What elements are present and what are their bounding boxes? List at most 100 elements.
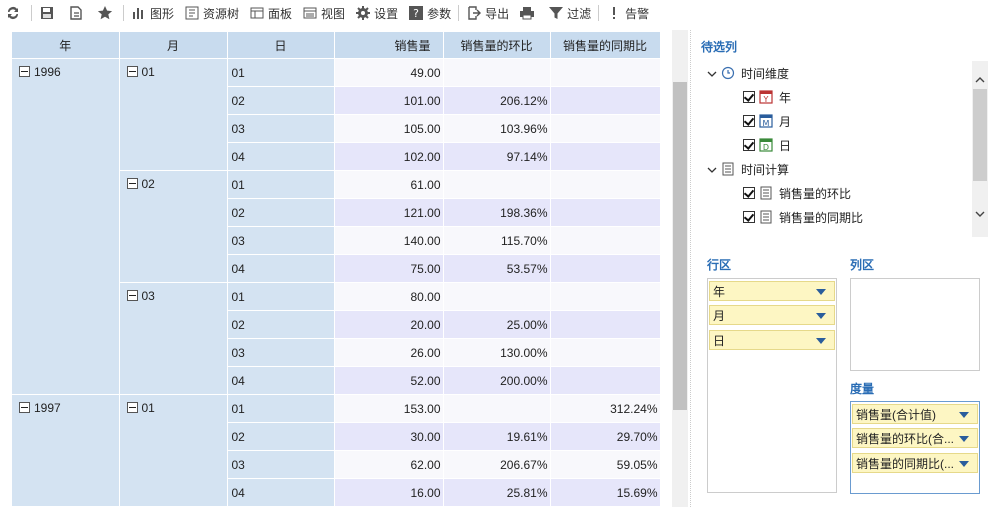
yoy-cell xyxy=(550,254,660,283)
panel-button[interactable]: 面板 xyxy=(244,2,297,24)
row-field-year[interactable]: 年 xyxy=(709,281,835,301)
dropdown-arrow-icon[interactable] xyxy=(816,313,826,319)
measure-field-sales[interactable]: 销售量(合计值) xyxy=(852,404,978,424)
field-label: 销售量的同期比(... xyxy=(856,456,954,471)
dropdown-arrow-icon[interactable] xyxy=(959,412,969,418)
column-header-month[interactable]: 月 xyxy=(119,32,228,59)
scroll-up-icon[interactable] xyxy=(975,75,985,85)
collapse-icon[interactable] xyxy=(19,402,30,413)
scrollbar-thumb[interactable] xyxy=(973,89,987,181)
exclamation-icon xyxy=(606,5,622,21)
dropdown-arrow-icon[interactable] xyxy=(959,436,969,442)
collapse-icon[interactable] xyxy=(126,290,138,301)
measure-field-mom[interactable]: 销售量的环比(合... xyxy=(852,428,978,448)
day-cell: 01 xyxy=(227,394,335,423)
measure-zone[interactable]: 销售量(合计值) 销售量的环比(合... 销售量的同期比(... xyxy=(850,401,980,494)
day-cell: 04 xyxy=(227,366,335,395)
measure-icon xyxy=(759,186,773,200)
params-button[interactable]: ? 参数 xyxy=(403,2,456,24)
resource-tree-button[interactable]: 资源树 xyxy=(179,2,244,24)
mom-cell xyxy=(443,394,551,423)
row-field-month[interactable]: 月 xyxy=(709,305,835,325)
dropdown-arrow-icon[interactable] xyxy=(816,289,826,295)
mom-cell xyxy=(443,58,551,87)
day-cell: 02 xyxy=(227,198,335,227)
tree-node-month[interactable]: M 月 xyxy=(701,109,970,133)
settings-button[interactable]: 设置 xyxy=(350,2,403,24)
tree-node-day[interactable]: D 日 xyxy=(701,133,970,157)
sales-cell: 105.00 xyxy=(334,114,444,143)
collapse-icon[interactable] xyxy=(126,178,138,189)
splitter[interactable] xyxy=(690,30,692,507)
row-zone[interactable]: 年 月 日 xyxy=(707,278,837,493)
tree-node-time-calc[interactable]: 时间计算 xyxy=(701,157,970,181)
sales-cell: 52.00 xyxy=(334,366,444,395)
month-label: 01 xyxy=(141,401,155,415)
column-header-day[interactable]: 日 xyxy=(227,32,335,59)
sales-cell: 49.00 xyxy=(334,58,444,87)
day-cell: 04 xyxy=(227,478,335,507)
view-button[interactable]: 视图 xyxy=(297,2,350,24)
month-cell: 01 xyxy=(119,58,228,171)
tree-node-yoy[interactable]: 销售量的同期比 xyxy=(701,205,970,229)
scroll-down-icon[interactable] xyxy=(975,209,985,219)
column-header-yoy[interactable]: 销售量的同期比 xyxy=(550,32,660,59)
resource-tree-label: 资源树 xyxy=(203,6,240,21)
star-icon xyxy=(97,5,113,21)
field-label: 销售量(合计值) xyxy=(856,407,936,422)
day-cell: 01 xyxy=(227,282,335,311)
collapse-icon[interactable] xyxy=(19,66,30,77)
tree-node-time-dimension[interactable]: 时间维度 xyxy=(701,61,970,85)
toolbar-divider xyxy=(123,5,124,21)
checkbox-checked[interactable] xyxy=(743,139,755,151)
favorite-button[interactable] xyxy=(92,2,121,24)
save-as-button[interactable] xyxy=(63,2,92,24)
mom-cell: 97.14% xyxy=(443,142,551,171)
tree-label: 年 xyxy=(779,90,792,105)
column-header-sales[interactable]: 销售量 xyxy=(334,32,444,59)
sales-cell: 20.00 xyxy=(334,310,444,339)
print-button[interactable] xyxy=(514,2,543,24)
dropdown-arrow-icon[interactable] xyxy=(959,461,969,467)
chevron-down-icon[interactable] xyxy=(707,164,717,174)
tree-node-mom[interactable]: 销售量的环比 xyxy=(701,181,970,205)
sales-cell: 102.00 xyxy=(334,142,444,171)
tree-node-year[interactable]: Y 年 xyxy=(701,85,970,109)
sales-cell: 62.00 xyxy=(334,450,444,479)
column-header-year[interactable]: 年 xyxy=(12,32,120,59)
checkbox-checked[interactable] xyxy=(743,91,755,103)
measure-zone-title: 度量 xyxy=(850,382,875,396)
collapse-icon[interactable] xyxy=(126,66,138,77)
month-cell: 02 xyxy=(119,170,228,283)
day-cell: 03 xyxy=(227,450,335,479)
tree-scrollbar[interactable] xyxy=(972,61,988,237)
scrollbar-thumb[interactable] xyxy=(673,82,687,410)
dropdown-arrow-icon[interactable] xyxy=(816,338,826,344)
row-field-day[interactable]: 日 xyxy=(709,330,835,350)
yoy-cell: 29.70% xyxy=(550,422,660,451)
collapse-icon[interactable] xyxy=(126,402,138,413)
refresh-button[interactable] xyxy=(0,2,29,24)
filter-button[interactable]: 过滤 xyxy=(543,2,596,24)
measure-field-yoy[interactable]: 销售量的同期比(... xyxy=(852,453,978,473)
alert-button[interactable]: 告警 xyxy=(601,2,654,24)
mom-cell: 115.70% xyxy=(443,226,551,255)
checkbox-checked[interactable] xyxy=(743,211,755,223)
chevron-down-icon[interactable] xyxy=(707,68,717,78)
export-button[interactable]: 导出 xyxy=(461,2,514,24)
yoy-cell xyxy=(550,282,660,311)
checkbox-checked[interactable] xyxy=(743,187,755,199)
month-label: 03 xyxy=(141,289,155,303)
save-button[interactable] xyxy=(34,2,63,24)
grid-scrollbar[interactable] xyxy=(672,30,688,507)
day-cell: 02 xyxy=(227,86,335,115)
sales-cell: 61.00 xyxy=(334,170,444,199)
column-zone[interactable] xyxy=(850,278,980,371)
column-header-mom[interactable]: 销售量的环比 xyxy=(443,32,551,59)
month-cell: 03 xyxy=(119,282,228,395)
mom-cell xyxy=(443,282,551,311)
toolbar: 图形 资源树 面板 视图 设置 ? 参数 导出 过滤 告警 xyxy=(0,0,996,26)
graph-button[interactable]: 图形 xyxy=(126,2,179,24)
day-cell: 01 xyxy=(227,58,335,87)
checkbox-checked[interactable] xyxy=(743,115,755,127)
